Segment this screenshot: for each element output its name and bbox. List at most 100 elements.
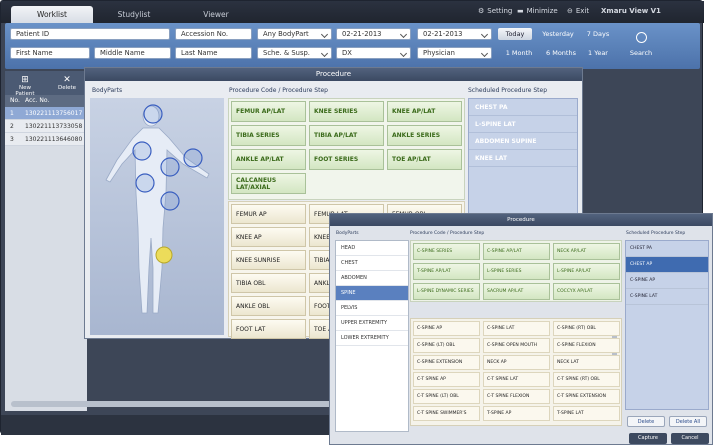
setting-button[interactable]: ⚙ Setting: [478, 7, 512, 15]
procedure-group-button[interactable]: TOE AP/LAT: [387, 149, 462, 170]
procedure-step-button[interactable]: C-SPINE (RT) OBL: [553, 321, 620, 336]
col-acc[interactable]: Acc. No.: [25, 95, 49, 107]
procedure-step-button[interactable]: KNEE AP: [231, 227, 306, 247]
procedure-group-button[interactable]: L-SPINE SERIES: [483, 263, 550, 280]
procedure-step-button[interactable]: C-SPINE EXTENSION: [413, 355, 480, 370]
procedure-step-button[interactable]: C-SPINE OPEN MOUTH: [483, 338, 550, 353]
procedure-group-button[interactable]: TIBIA AP/LAT: [309, 125, 384, 146]
search-button[interactable]: Search: [625, 28, 657, 64]
procedure-step-button[interactable]: C-T SPINE (LT) OBL: [413, 389, 480, 404]
procedure-group-button[interactable]: TIBIA SERIES: [231, 125, 306, 146]
list-item[interactable]: C-SPINE LAT: [626, 289, 708, 305]
middle-name-field[interactable]: Middle Name: [94, 47, 171, 59]
procedure-group-button[interactable]: CALCANEUS LAT/AXIAL: [231, 173, 306, 194]
list-item[interactable]: CHEST AP: [626, 257, 708, 273]
first-name-field[interactable]: First Name: [10, 47, 90, 59]
procedure-step-button[interactable]: KNEE SUNRISE: [231, 250, 306, 270]
list-item[interactable]: CHEST PA: [469, 99, 577, 116]
bodypart-item[interactable]: PELVIS: [336, 301, 408, 316]
bodypart-item[interactable]: HEAD: [336, 241, 408, 256]
procedure-group-button[interactable]: ANKLE SERIES: [387, 125, 462, 146]
tab-studylist[interactable]: Studylist: [93, 6, 175, 23]
procedure-step-button[interactable]: C-T SPINE FLEXION: [483, 389, 550, 404]
tab-worklist[interactable]: Worklist: [11, 6, 93, 23]
top-bar: Worklist Studylist Viewer ⚙ Setting ▬ Mini…: [1, 1, 704, 23]
bodypart-item[interactable]: SPINE: [336, 286, 408, 301]
scheduled-label: Scheduled Procedure Step: [468, 87, 548, 94]
procedure-group-button[interactable]: T-SPINE AP/LAT: [413, 263, 480, 280]
col-no[interactable]: No.: [5, 95, 25, 107]
tab-viewer[interactable]: Viewer: [175, 6, 257, 23]
bodypart-item[interactable]: CHEST: [336, 256, 408, 271]
procedure-step-button[interactable]: C-SPINE FLEXION: [553, 338, 620, 353]
procedure-group-button[interactable]: SACRUM AP/LAT: [483, 283, 550, 300]
table-row[interactable]: 3 130221113646080: [5, 133, 87, 146]
procedure-group-button[interactable]: L-SPINE DYNAMIC SERIES: [413, 283, 480, 300]
procedure-group-button[interactable]: ANKLE AP/LAT: [231, 149, 306, 170]
procedure-step-button[interactable]: C-T SPINE SWIMMER'S: [413, 406, 480, 421]
bodypart-select[interactable]: Any BodyPart: [257, 28, 332, 40]
1-year-button[interactable]: 1 Year: [583, 47, 613, 59]
modality-select[interactable]: DX: [336, 47, 411, 59]
procedure-step-button[interactable]: TIBIA OBL: [231, 273, 306, 293]
delete-button[interactable]: Delete: [627, 416, 665, 427]
procedure-step-button[interactable]: C-SPINE (LT) OBL: [413, 338, 480, 353]
list-item[interactable]: KNEE LAT: [469, 150, 577, 167]
bodypart-item[interactable]: ABDOMEN: [336, 271, 408, 286]
physician-select[interactable]: Physician: [417, 47, 492, 59]
patient-id-field[interactable]: Patient ID: [10, 28, 170, 40]
procedure-step-button[interactable]: FOOT LAT: [231, 319, 306, 339]
schedule-select[interactable]: Sche. & Susp.: [257, 47, 332, 59]
procedure-group-button[interactable]: KNEE SERIES: [309, 101, 384, 122]
1-month-button[interactable]: 1 Month: [502, 47, 536, 59]
cancel-button[interactable]: Cancel: [671, 433, 709, 444]
procedure-group-button[interactable]: NECK AP/LAT: [553, 243, 620, 260]
body-diagram[interactable]: [90, 98, 224, 335]
procedure-step-button[interactable]: ANKLE OBL: [231, 296, 306, 316]
7-days-button[interactable]: 7 Days: [581, 28, 615, 40]
delete-button[interactable]: ✕ Delete: [55, 75, 79, 91]
table-row[interactable]: 2 130221113733058: [5, 120, 87, 133]
new-patient-button[interactable]: ⊞ New Patient: [13, 75, 37, 97]
scheduled-list: CHEST PA CHEST AP C-SPINE AP C-SPINE LAT: [625, 240, 709, 410]
today-button[interactable]: Today: [498, 28, 532, 40]
minimize-button[interactable]: ▬ Minimize: [517, 7, 558, 15]
date-to-field[interactable]: 02-21-2013: [417, 28, 492, 40]
list-item[interactable]: CHEST PA: [626, 241, 708, 257]
yesterday-button[interactable]: Yesterday: [539, 28, 577, 40]
procedure-step-button[interactable]: C-T SPINE AP: [413, 372, 480, 387]
procedure-step-button[interactable]: C-SPINE AP: [413, 321, 480, 336]
date-from-field[interactable]: 02-21-2013: [336, 28, 411, 40]
procedure-step-button[interactable]: T-SPINE AP: [483, 406, 550, 421]
procedure-group-button[interactable]: C-SPINE SERIES: [413, 243, 480, 260]
procedure-group-button[interactable]: C-SPINE AP/LAT: [483, 243, 550, 260]
procedure-step-button[interactable]: NECK AP: [483, 355, 550, 370]
procedure-step-button[interactable]: C-T SPINE LAT: [483, 372, 550, 387]
procedure-step-button[interactable]: NECK LAT: [553, 355, 620, 370]
procedure-group-button[interactable]: KNEE AP/LAT: [387, 101, 462, 122]
procedure-group-button[interactable]: L-SPINE AP/LAT: [553, 263, 620, 280]
bodypart-item[interactable]: UPPER EXTREMITY: [336, 316, 408, 331]
procedure-step-button[interactable]: C-T SPINE (RT) OBL: [553, 372, 620, 387]
procedure-step-button[interactable]: T-SPINE LAT: [553, 406, 620, 421]
procedure-step-button[interactable]: FEMUR AP: [231, 204, 306, 224]
capture-button[interactable]: Capture: [629, 433, 667, 444]
accession-field[interactable]: Accession No.: [175, 28, 252, 40]
procedure-group-button[interactable]: FOOT SERIES: [309, 149, 384, 170]
brand-logo: Xmaru View V1: [601, 7, 661, 15]
body-figure-icon: [105, 104, 210, 314]
bodypart-item[interactable]: LOWER EXTREMITY: [336, 331, 408, 346]
procedure-group-button[interactable]: FEMUR AP/LAT: [231, 101, 306, 122]
list-item[interactable]: C-SPINE AP: [626, 273, 708, 289]
delete-all-button[interactable]: Delete All: [669, 416, 707, 427]
procedure-step-button[interactable]: C-SPINE LAT: [483, 321, 550, 336]
exit-button[interactable]: ⊖ Exit: [567, 7, 589, 15]
list-item[interactable]: L-SPINE LAT: [469, 116, 577, 133]
minimize-icon: ▬: [517, 7, 524, 15]
list-item[interactable]: ABDOMEN SUPINE: [469, 133, 577, 150]
last-name-field[interactable]: Last Name: [175, 47, 252, 59]
procedure-step-button[interactable]: C-T SPINE EXTENSION: [553, 389, 620, 404]
6-months-button[interactable]: 6 Months: [542, 47, 580, 59]
table-row[interactable]: 1 130221113756017: [5, 107, 87, 120]
procedure-group-button[interactable]: COCCYX AP/LAT: [553, 283, 620, 300]
